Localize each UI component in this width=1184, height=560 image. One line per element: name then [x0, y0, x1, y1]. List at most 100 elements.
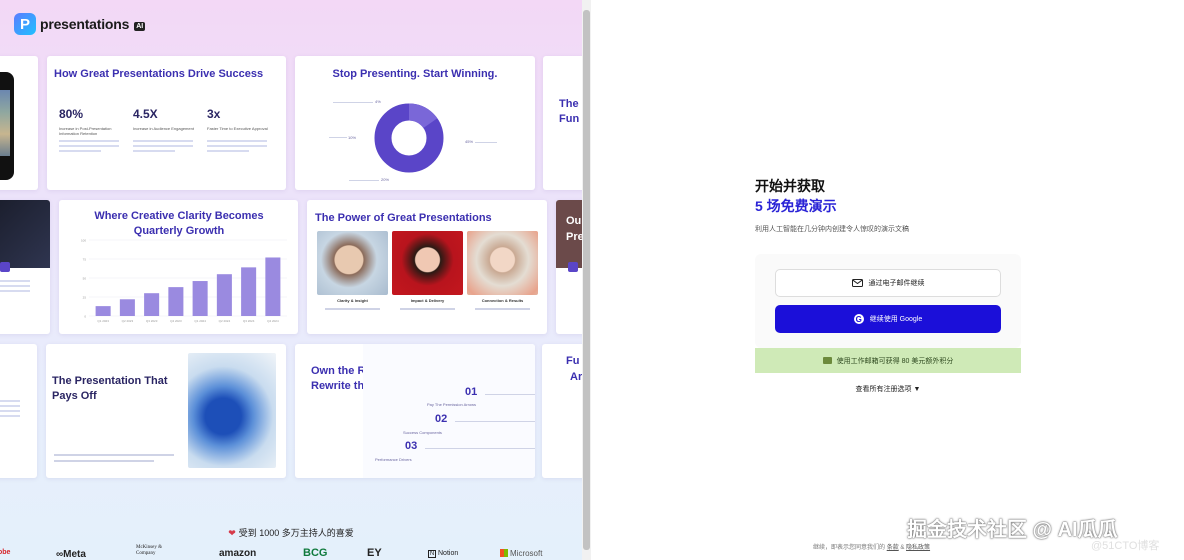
email-continue-button[interactable]: 通过电子邮件继续	[775, 269, 1001, 297]
card-phone	[0, 56, 38, 190]
pie-label: 10%	[348, 135, 357, 140]
y-tick-label: 75	[83, 258, 87, 262]
y-tick-label: 50	[83, 277, 87, 281]
google-continue-button[interactable]: G 继续使用 Google	[775, 305, 1001, 333]
signup-description: 利用人工智能在几分钟内创建令人惊叹的演示文稿	[755, 226, 909, 233]
card-title: The Presentation That Pays Off	[52, 375, 168, 402]
card-title: Fu	[566, 355, 580, 367]
promo-banner: 使用工作邮箱可获得 80 美元额外积分	[755, 348, 1021, 373]
card-pays-off: The Presentation That Pays Off	[46, 344, 286, 478]
mckinsey-logo: McKinsey & Company	[136, 545, 162, 556]
notion-icon: N	[428, 550, 436, 558]
microsoft-icon	[500, 549, 508, 557]
brand-name: presentations	[40, 16, 130, 32]
social-proof: ❤ 受到 1000 多万主持人的喜爱	[228, 528, 354, 538]
x-tick-label: Q4 2024	[267, 319, 279, 323]
card-title: Where Creative Clarity Becomes Quarterly…	[94, 210, 264, 237]
step-number: 01	[465, 386, 478, 398]
signup-subtitle: 5 场免费演示	[755, 198, 837, 214]
x-tick-label: Q4 2023	[170, 319, 182, 323]
privacy-link[interactable]: 隐私政策	[906, 545, 930, 551]
y-tick-label: 25	[83, 296, 87, 300]
photo-caption: Clarity & Insight	[337, 298, 368, 303]
text-placeholder	[59, 140, 119, 155]
money-icon	[822, 357, 832, 364]
card-start-winning: Stop Presenting. Start Winning. 4% 10% 4…	[295, 56, 535, 190]
amazon-logo: amazon	[219, 548, 257, 559]
card-partial-left-3	[0, 344, 37, 478]
step-label: Performance Drivers	[375, 457, 412, 462]
stat-value: 3x	[207, 107, 221, 121]
bar	[168, 287, 184, 316]
y-tick-label: 0	[84, 315, 86, 319]
ey-logo: EY	[367, 547, 382, 559]
card-partial-right: The Fun	[543, 56, 582, 190]
signup-panel: 开始并获取 5 场免费演示 利用人工智能在几分钟内创建令人惊叹的演示文稿 通过电…	[591, 0, 1184, 560]
watermark-sub: @51CTO博客	[1091, 540, 1160, 552]
card-title: Pre	[566, 231, 582, 243]
card-own-the-room: Own the Room and Rewrite the Rules 01 Pa…	[295, 344, 535, 478]
portrait-photo	[392, 231, 463, 295]
photo-caption: Connection & Results	[481, 298, 524, 303]
text-placeholder	[207, 140, 267, 155]
scrollbar-thumb[interactable]	[583, 10, 590, 550]
stat-label: Faster Time to Executive Approval	[207, 126, 268, 131]
card-title: Fun	[559, 113, 580, 125]
brand-logo[interactable]: P presentations AI	[14, 13, 146, 35]
page: P presentations AI How Great Presentatio…	[0, 0, 1184, 560]
x-tick-label: Q2 2023	[122, 319, 134, 323]
adobe-logo: obe	[0, 549, 11, 556]
card-title: The Power of Great Presentations	[315, 212, 492, 224]
step-label: Success Components	[403, 430, 442, 435]
card-title: How Great Presentations Drive Success	[54, 68, 264, 80]
card-partial-right-2: Ou Pre	[556, 200, 582, 334]
card-quarterly-growth: Where Creative Clarity Becomes Quarterly…	[59, 200, 298, 334]
stat-value: 80%	[59, 107, 84, 121]
chevron-down-icon: ▼	[913, 386, 921, 393]
step-number: 03	[405, 440, 418, 452]
bar	[119, 299, 135, 316]
x-tick-label: Q3 2024	[243, 319, 255, 323]
pie-label: 20%	[381, 177, 390, 182]
card-partial-right-3: Fu Ar	[542, 344, 582, 478]
stat-value: 4.5X	[133, 107, 158, 121]
stat-label: Increase in Post-Presentation Informatio…	[59, 126, 112, 136]
microsoft-logo: Microsoft	[500, 549, 542, 558]
bar	[216, 274, 232, 316]
phone-mockup	[0, 72, 14, 180]
card-partial-left	[0, 200, 50, 334]
bar	[265, 257, 281, 316]
bar	[95, 306, 111, 316]
bar	[192, 281, 208, 316]
bar	[241, 267, 257, 316]
donut-chart	[374, 103, 444, 173]
photo-caption: Impact & Delivery	[410, 298, 445, 303]
watermark: 掘金技术社区 @ AI瓜瓜	[907, 519, 1118, 541]
notion-logo: N Notion	[428, 550, 459, 558]
portrait-photo	[467, 231, 538, 295]
card-title: Ou	[566, 215, 582, 227]
card-title: Stop Presenting. Start Winning.	[332, 68, 498, 80]
step-label: Pay The Permission Arrows	[427, 402, 477, 407]
stat-label: Increase in Audience Engagement	[133, 126, 194, 131]
more-options-link[interactable]: 查看所有注册选项 ▼	[755, 384, 1021, 394]
google-icon: G	[853, 314, 864, 324]
portrait-photo	[317, 231, 388, 295]
x-tick-label: Q1 2023	[97, 319, 109, 323]
showcase-panel: P presentations AI How Great Presentatio…	[0, 0, 582, 560]
meta-logo: ∞Meta	[56, 549, 86, 560]
x-tick-label: Q1 2024	[194, 319, 206, 323]
abstract-art-image	[188, 353, 276, 468]
mail-icon	[851, 279, 863, 287]
logo-icon: P	[14, 13, 36, 35]
legal-footer: 继续，即表示您同意我们的 条款 & 隐私政策	[813, 545, 931, 551]
bar-chart: 0 25 50 75 100 Q1 2023 Q2 2023 Q3 2023 Q4 2023 Q1…	[81, 239, 287, 323]
signup-title: 开始并获取	[755, 178, 825, 194]
terms-link[interactable]: 条款	[887, 545, 899, 551]
brand-badge: AI	[134, 21, 146, 31]
pie-label: 4%	[375, 99, 381, 104]
bar	[144, 293, 160, 316]
step-number: 02	[435, 413, 448, 425]
card-drive-success: How Great Presentations Drive Success 80…	[47, 56, 286, 190]
x-tick-label: Q3 2023	[146, 319, 158, 323]
